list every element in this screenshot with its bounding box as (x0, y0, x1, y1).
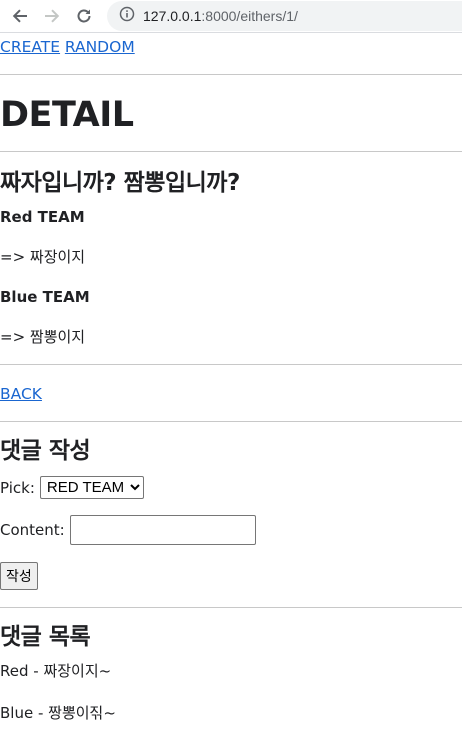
blue-team-answer: => 짬뽕이지 (0, 328, 86, 346)
back-link-row: BACK (0, 383, 42, 405)
blue-team-label: Blue TEAM (0, 288, 90, 306)
forward-arrow-icon[interactable] (41, 5, 63, 27)
back-link[interactable]: BACK (0, 385, 42, 403)
info-icon[interactable] (119, 6, 135, 26)
submit-row: 작성 (0, 562, 38, 590)
back-arrow-icon[interactable] (9, 5, 31, 27)
red-team-label: Red TEAM (0, 208, 85, 226)
question-title: 짜자입니까? 짬뽕입니까? (0, 170, 240, 196)
pick-label: Pick: (0, 478, 35, 497)
comment-list-heading: 댓글 목록 (0, 624, 91, 650)
page-content: CREATE RANDOM DETAIL 짜자입니까? 짬뽕입니까? Red T… (0, 33, 462, 735)
pick-select[interactable]: RED TEAM (39, 476, 144, 499)
url-host: 127.0.0.1 (143, 8, 202, 24)
submit-button[interactable]: 작성 (0, 562, 38, 590)
comment-item: Blue - 짱뽕이짂~ (0, 704, 116, 722)
divider (0, 74, 462, 75)
create-link[interactable]: CREATE (0, 38, 60, 56)
divider (0, 607, 462, 608)
content-label: Content: (0, 521, 65, 539)
reload-icon[interactable] (73, 5, 95, 27)
divider (0, 364, 462, 365)
browser-toolbar: 127.0.0.1:8000/eithers/1/ (0, 0, 462, 32)
comment-form-heading: 댓글 작성 (0, 438, 91, 464)
random-link[interactable]: RANDOM (65, 38, 135, 56)
divider (0, 151, 462, 152)
red-team-answer: => 짜장이지 (0, 248, 86, 266)
top-nav: CREATE RANDOM (0, 36, 135, 58)
comment-item: Red - 짜장이지~ (0, 662, 112, 680)
divider (0, 421, 462, 422)
content-input[interactable] (69, 515, 256, 545)
content-row: Content: (0, 515, 256, 545)
pick-row: Pick: RED TEAM (0, 475, 144, 500)
page-title: DETAIL (0, 95, 134, 135)
url-text: 127.0.0.1:8000/eithers/1/ (143, 8, 298, 24)
address-bar[interactable]: 127.0.0.1:8000/eithers/1/ (107, 1, 462, 31)
url-path: :8000/eithers/1/ (201, 8, 298, 24)
